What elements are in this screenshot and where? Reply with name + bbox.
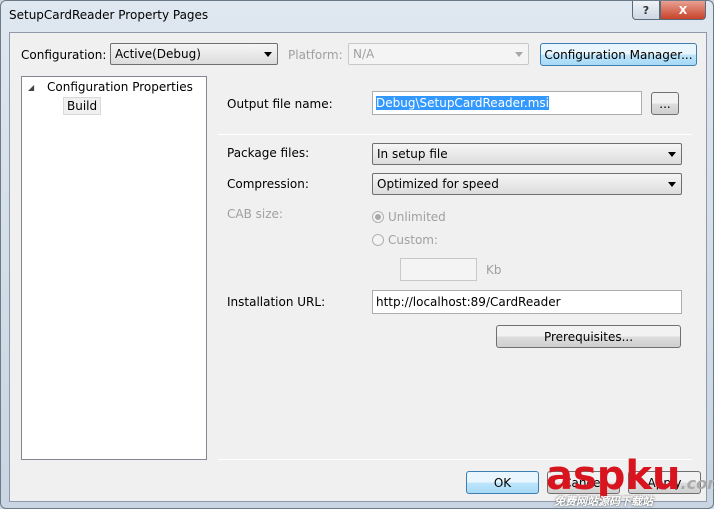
installation-url-input[interactable]: http://localhost:89/CardReader [372,290,682,314]
prerequisites-button[interactable]: Prerequisites... [496,325,681,348]
watermark-tagline: 免费网站源码下载站 [554,495,653,508]
configuration-dropdown[interactable]: Active(Debug) [110,43,278,65]
custom-label: Custom: [388,233,439,247]
window-title: SetupCardReader Property Pages [9,8,209,22]
collapse-triangle-icon[interactable]: ◢ [28,83,34,92]
property-tree[interactable]: ◢ Configuration Properties Build [21,76,207,460]
dialog-client: Configuration: Active(Debug) Platform: N… [9,32,707,502]
close-button[interactable]: X [660,1,706,20]
chevron-down-icon [515,52,523,57]
divider [218,134,692,135]
compression-label: Compression: [227,177,309,191]
unlimited-radio [372,211,384,223]
tree-item-build[interactable]: Build [63,97,102,115]
package-files-dropdown[interactable]: In setup file [372,143,682,165]
configuration-value: Active(Debug) [115,47,201,61]
custom-size-input [400,258,477,281]
chevron-down-icon [668,152,676,157]
output-file-input[interactable]: Debug\SetupCardReader.msi [372,91,642,115]
configuration-manager-button[interactable]: Configuration Manager... [540,43,697,66]
platform-value: N/A [353,47,375,61]
compression-dropdown[interactable]: Optimized for speed [372,173,682,195]
installation-url-label: Installation URL: [227,295,326,309]
tree-item-configuration-properties[interactable]: Configuration Properties [47,80,193,94]
watermark-logo: aspku.com 免费网站源码下载站 [546,453,714,509]
chevron-down-icon [668,182,676,187]
kb-label: Kb [486,263,502,277]
platform-label: Platform: [288,48,343,62]
compression-value: Optimized for speed [377,177,499,191]
output-file-label: Output file name: [227,97,333,111]
chevron-down-icon [264,52,272,57]
output-file-value: Debug\SetupCardReader.msi [376,96,549,110]
platform-dropdown: N/A [348,43,529,65]
ok-button[interactable]: OK [466,471,539,494]
custom-radio [372,234,384,246]
package-files-label: Package files: [227,146,310,160]
package-files-value: In setup file [377,147,448,161]
unlimited-label: Unlimited [388,210,446,224]
cab-size-label: CAB size: [227,207,283,221]
watermark-suffix: .com [680,474,714,493]
browse-button[interactable]: ... [651,92,679,115]
configuration-label: Configuration: [21,48,107,62]
help-button[interactable]: ? [632,1,660,20]
dialog-window: SetupCardReader Property Pages ? X Confi… [0,0,714,509]
